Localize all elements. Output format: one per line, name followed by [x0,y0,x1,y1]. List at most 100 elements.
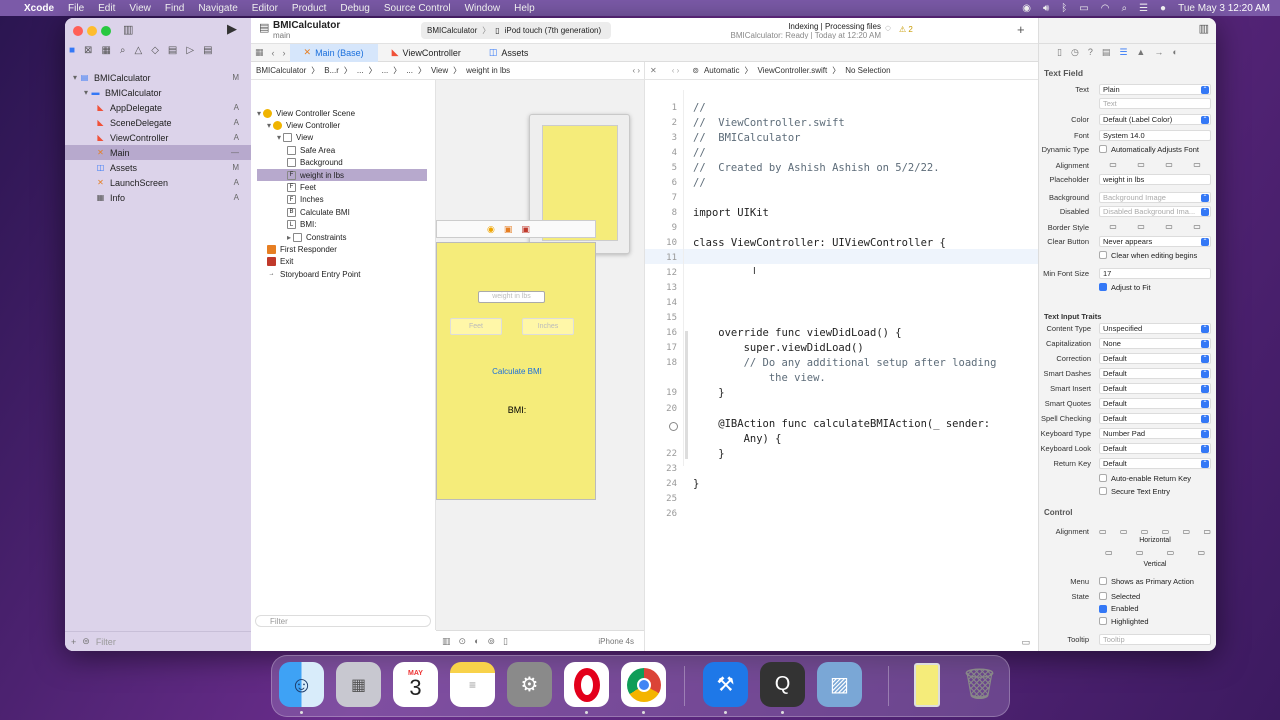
grid-icon[interactable]: ▦ [251,47,268,58]
find-icon[interactable]: ⌕ [120,45,126,56]
segment-icon[interactable]: ▭ [1109,222,1117,233]
code-line[interactable]: 8 import UIKit [645,205,1039,220]
outline-item-1[interactable]: ▾ View Controller [257,119,427,131]
segment-icon[interactable]: ▭ [1165,160,1173,171]
dropdown-icon[interactable]: ⌃ [1201,415,1209,424]
bluetooth-icon[interactable]: ᛒ [1061,3,1067,14]
exit-icon[interactable]: ▣ [521,224,530,235]
trait-value[interactable]: Default ⌃ [1099,352,1211,364]
code-line[interactable]: 26 [645,506,1039,521]
alignment-icon[interactable]: ▭ [1197,548,1205,557]
menu-navigate[interactable]: Navigate [198,3,237,14]
tab-assets[interactable]: ◫ Assets [475,44,543,62]
trait-value[interactable]: Default ⌃ [1099,443,1211,455]
navigator-item-7[interactable]: ✕ LaunchScreen A [65,175,251,190]
weight-field[interactable]: weight in lbs [478,291,545,303]
inspector-value[interactable]: weight in lbs [1099,173,1211,185]
state-checkbox[interactable]: Highlighted [1099,617,1149,626]
minimize-window-button[interactable] [87,26,97,36]
segmented-control[interactable]: ▭ ▭ ▭ ▭ [1099,222,1211,233]
menu-view[interactable]: View [129,3,151,14]
preview-icon[interactable]: ▨ [817,662,862,707]
code-line[interactable]: 2 // ViewController.swift [645,115,1039,130]
dropdown-icon[interactable]: ⌃ [1201,237,1209,246]
alignment-icon[interactable]: ▭ [1120,527,1128,536]
disclosure-icon[interactable]: ▾ [84,88,88,97]
checkbox[interactable] [1099,283,1107,291]
menu-editor[interactable]: Editor [252,3,278,14]
code-line[interactable]: 12 [645,266,1039,281]
navigator-item-8[interactable]: ▦ Info A [65,190,251,205]
storyboard-canvas[interactable]: ◉ ▣ ▣ weight in lbs Feet Inches Calculat… [436,80,644,630]
chrome-icon[interactable] [621,662,666,707]
code-line[interactable]: 16 override func viewDidLoad() { [645,326,1039,341]
horizontal-alignment-control[interactable]: ▭ ▭ ▭ ▭ ▭ ▭ [1099,527,1211,536]
dropdown-icon[interactable]: ⌃ [1201,354,1209,363]
close-window-button[interactable] [73,26,83,36]
inspector-value[interactable]: Plain ⌃ [1099,83,1211,95]
assistant-mode[interactable]: Automatic [704,66,740,75]
zoom-window-button[interactable] [101,26,111,36]
scheme-selector[interactable]: BMICalculator 〉 ▯ iPod touch (7th genera… [421,22,611,39]
code-line[interactable]: 19 } [645,386,1039,401]
alignment-icon[interactable]: ▭ [1099,527,1107,536]
control-center-icon[interactable]: ☰ [1139,3,1148,14]
checkbox[interactable] [1099,577,1107,585]
navigator-item-3[interactable]: ◣ SceneDelegate A [65,115,251,130]
alignment-icon[interactable]: ▭ [1167,548,1175,557]
checkbox[interactable] [1099,251,1107,259]
inspector-value[interactable]: Default (Label Color) ⌃ [1099,113,1211,125]
trait-value[interactable]: Default ⌃ [1099,367,1211,379]
related-items-icon[interactable]: ⊚ [692,66,699,75]
filter-icon[interactable]: ⊜ [82,636,90,647]
disclosure-icon[interactable]: ▸ [287,233,291,242]
disclosure-icon[interactable]: ▾ [257,109,261,118]
checkbox[interactable] [1099,592,1107,600]
calculate-bmi-button[interactable]: Calculate BMI [437,367,597,376]
dropdown-icon[interactable]: ⌃ [1201,369,1209,378]
alignment-icon[interactable]: ▭ [1105,548,1113,557]
jump-code-file[interactable]: ViewController.swift [758,66,828,75]
inches-field[interactable]: Inches [522,318,574,335]
trait-value[interactable]: Default ⌃ [1099,413,1211,425]
battery-icon[interactable]: ▭ [1079,3,1088,14]
inspector-value[interactable]: 17 [1099,267,1211,279]
jump-selection[interactable]: No Selection [845,66,890,75]
outline-item-8[interactable]: B Calculate BMI [257,206,427,218]
jump-file[interactable]: ... [357,66,364,75]
inspector-value[interactable]: Background Image ⌃ [1099,191,1211,203]
inspector-checkbox[interactable]: Adjust to Fit [1099,283,1151,292]
dropdown-icon[interactable]: ⌃ [1201,85,1209,94]
alignment-icon[interactable]: ▭ [1203,527,1211,536]
forward-icon[interactable]: › [279,48,290,58]
dropdown-icon[interactable]: ⌃ [1201,193,1209,202]
disclosure-icon[interactable]: ▾ [73,73,77,82]
report-icon[interactable]: ▤ [203,45,212,56]
outline-item-7[interactable]: F Inches [257,194,427,206]
appearance-icon[interactable]: ⊙ [459,636,467,647]
accessibility-icon[interactable]: ◐ [474,636,479,646]
code-line[interactable]: 24} [645,476,1039,491]
bmi-label[interactable]: BMI: [437,405,597,415]
code-line[interactable]: 18 // Do any additional setup after load… [645,356,1039,371]
run-icon[interactable]: ▶ [227,21,237,37]
outline-item-2[interactable]: ▾ View [257,132,427,144]
jump-scene[interactable]: ... [382,66,389,75]
dropdown-icon[interactable]: ⌃ [1201,207,1209,216]
segment-icon[interactable]: ▭ [1165,222,1173,233]
disclosure-icon[interactable]: ▾ [277,133,281,142]
dropdown-icon[interactable]: ⌃ [1201,324,1209,333]
vertical-alignment-control[interactable]: ▭ ▭ ▭ ▭ [1105,548,1205,557]
checkbox[interactable] [1099,474,1107,482]
navigator-filter-input[interactable]: Filter [96,637,116,647]
trait-value[interactable]: Default ⌃ [1099,382,1211,394]
tab-main[interactable]: ✕ Main (Base) [289,43,378,62]
outline-filter-input[interactable]: Filter [255,615,431,627]
segmented-control[interactable]: ▭ ▭ ▭ ▭ [1099,160,1211,171]
alignment-icon[interactable]: ▭ [1183,527,1191,536]
menu-product[interactable]: Product [292,3,326,14]
simulator-icon[interactable] [904,662,949,707]
code-line[interactable]: 10 class ViewController: UIViewController… [645,235,1039,250]
folder-icon[interactable]: ■ [69,45,75,56]
first-responder-icon[interactable]: ▣ [504,224,513,235]
